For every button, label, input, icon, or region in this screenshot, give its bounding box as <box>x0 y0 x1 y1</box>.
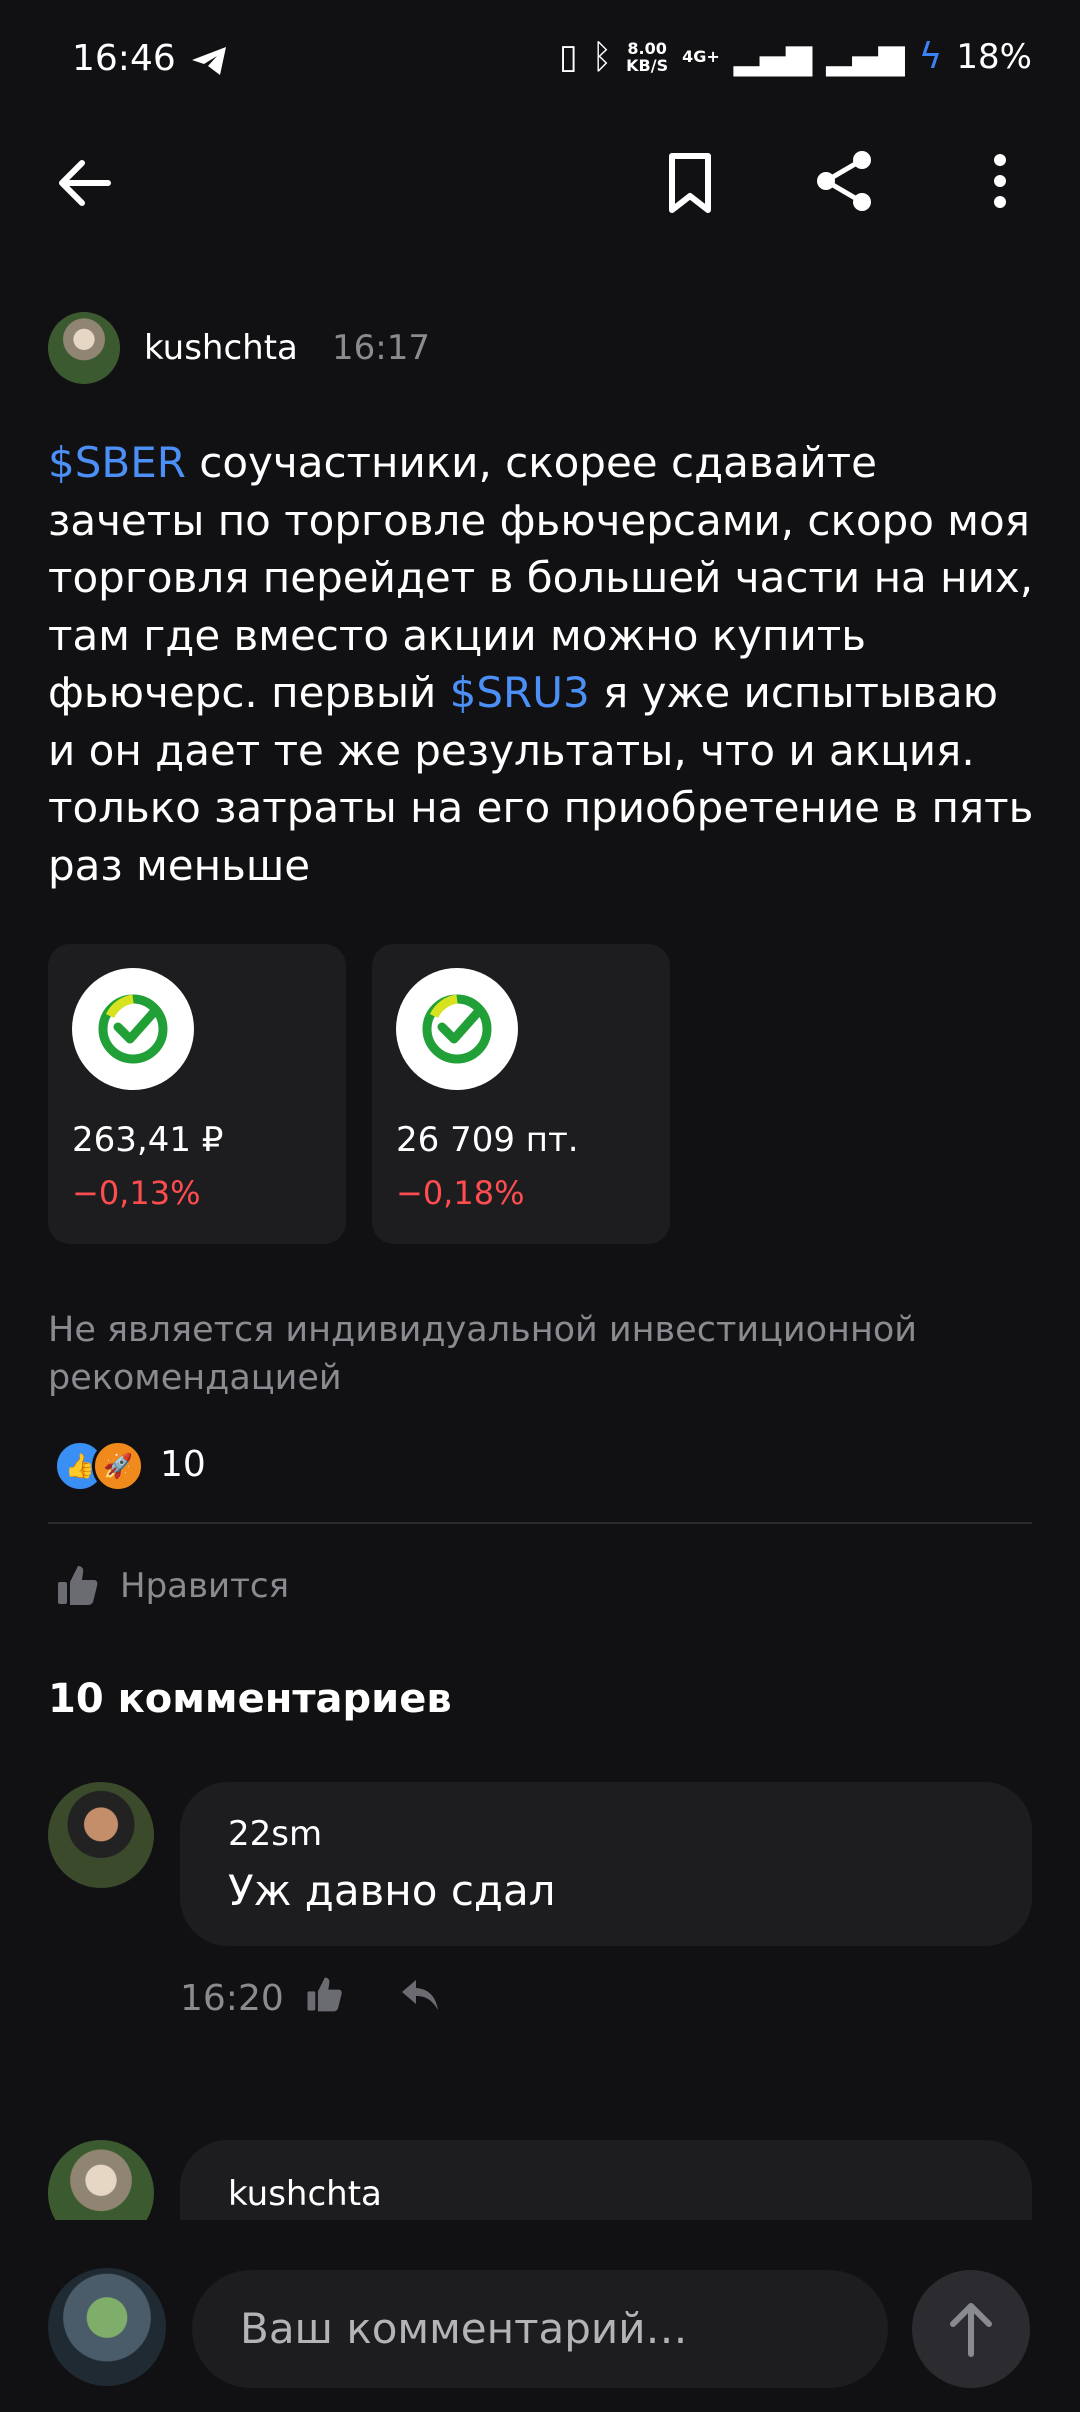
author-name[interactable]: kushchta <box>144 328 298 368</box>
reply-icon[interactable] <box>398 1974 442 2014</box>
comment-input[interactable]: Ваш комментарий… <box>192 2270 888 2388</box>
divider <box>48 1522 1032 1524</box>
net-speed: 8.00 KB/S <box>626 38 669 75</box>
arrow-up-icon <box>950 2303 992 2357</box>
reaction-count[interactable]: 10 <box>160 1444 206 1485</box>
comment-text: Уж давно сдал <box>228 1866 556 1915</box>
back-icon[interactable] <box>52 150 118 216</box>
comment-bubble <box>180 1782 1032 1946</box>
commenter-avatar[interactable] <box>48 2140 154 2220</box>
like-button-label[interactable]: Нравится <box>120 1566 289 1606</box>
author-avatar[interactable] <box>48 312 120 384</box>
bookmark-icon[interactable] <box>660 148 720 218</box>
sber-logo-icon <box>396 968 518 1090</box>
charging-icon: ϟ <box>918 36 943 77</box>
more-options-icon[interactable] <box>980 148 1020 214</box>
instrument-change: −0,18% <box>396 1174 525 1212</box>
signal2-icon: ▂▄▆ <box>826 36 905 77</box>
status-indicators: ▯ ᛒ 8.00 KB/S 4G+ ▂▄▆ ▂▄▆ ϟ 18% <box>559 36 1032 77</box>
my-avatar <box>48 2268 166 2386</box>
network-label: 4G+ <box>682 47 720 66</box>
signal-icon: ▂▄▆ <box>733 36 813 77</box>
instrument-price: 263,41 ₽ <box>72 1120 224 1160</box>
rocket-reaction-icon[interactable]: 🚀 <box>92 1440 144 1492</box>
instrument-card[interactable]: 263,41 ₽ −0,13% <box>48 944 346 1244</box>
ticker-link-sber[interactable]: $SBER <box>48 438 186 487</box>
comment-author[interactable]: kushchta <box>228 2174 382 2214</box>
comment-author[interactable]: 22sm <box>228 1814 322 1854</box>
instrument-change: −0,13% <box>72 1174 201 1212</box>
sber-logo-icon <box>72 968 194 1090</box>
instrument-price: 26 709 пт. <box>396 1120 579 1160</box>
like-icon[interactable] <box>54 1562 100 1608</box>
instrument-card[interactable]: 26 709 пт. −0,18% <box>372 944 670 1244</box>
comment-item: kushchta <box>0 2110 1080 2220</box>
battery-percent: 18% <box>956 36 1032 77</box>
post-text: $SBER соучастники, скорее сдавайте зачет… <box>48 434 1038 894</box>
comments-title: 10 комментариев <box>48 1676 452 1722</box>
vibrate-icon: ▯ <box>559 36 578 77</box>
commenter-avatar[interactable] <box>48 1782 154 1888</box>
comment-like-icon[interactable] <box>304 1974 344 2014</box>
comment-time: 16:20 <box>180 1978 284 2019</box>
status-time: 16:46 <box>72 38 176 79</box>
ticker-link-sru3[interactable]: $SRU3 <box>450 668 590 717</box>
bluetooth-icon: ᛒ <box>591 36 613 77</box>
send-button[interactable] <box>912 2270 1030 2388</box>
post-time: 16:17 <box>332 328 430 368</box>
comment-input-placeholder: Ваш комментарий… <box>240 2304 688 2353</box>
telegram-icon <box>192 47 226 75</box>
disclaimer-text: Не является индивидуальной инвестиционно… <box>48 1310 917 1398</box>
share-icon[interactable] <box>812 148 878 214</box>
